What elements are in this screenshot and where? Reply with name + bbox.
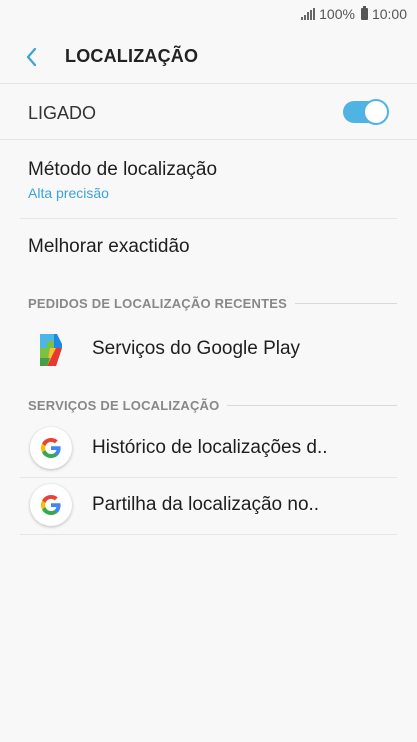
app-bar: LOCALIZAÇÃO [0,30,417,84]
locating-method-item[interactable]: Método de localização Alta precisão [0,140,417,218]
location-services-header: SERVIÇOS DE LOCALIZAÇÃO [28,397,397,413]
recent-requests-label: PEDIDOS DE LOCALIZAÇÃO RECENTES [28,295,287,311]
locating-method-title: Método de localização [28,159,218,180]
location-sharing-label: Partilha da localização no.. [92,494,320,515]
clock: 10:00 [371,6,407,22]
location-history-label: Histórico de localizações d.. [92,437,328,458]
chevron-left-icon [26,47,37,67]
location-history-item[interactable]: Histórico de localizações d.. [0,421,417,477]
toggle-knob [363,99,389,125]
locating-method-value: Alta precisão [28,185,109,201]
battery-icon [360,6,368,20]
location-services-label: SERVIÇOS DE LOCALIZAÇÃO [28,397,220,413]
battery-level: 100% [319,6,355,22]
google-g-icon [30,484,72,526]
location-sharing-item[interactable]: Partilha da localização no.. [0,478,417,534]
divider [20,534,397,535]
page-title: LOCALIZAÇÃO [65,46,199,66]
improve-accuracy-item[interactable]: Melhorar exactidão [0,219,417,275]
recent-request-label: Serviços do Google Play [92,338,301,359]
location-toggle[interactable] [343,99,389,125]
signal-icon [301,8,316,20]
status-bar: 100% 10:00 [0,0,417,30]
google-g-icon [30,427,72,469]
section-divider [227,404,397,406]
recent-requests-header: PEDIDOS DE LOCALIZAÇÃO RECENTES [28,295,397,311]
improve-accuracy-title: Melhorar exactidão [28,236,190,257]
location-master-switch-row[interactable]: LIGADO [0,84,417,140]
master-switch-label: LIGADO [28,103,97,123]
recent-request-item[interactable]: Serviços do Google Play [0,322,417,378]
section-divider [295,302,397,304]
back-button[interactable] [22,44,42,70]
google-play-services-icon [30,328,72,370]
